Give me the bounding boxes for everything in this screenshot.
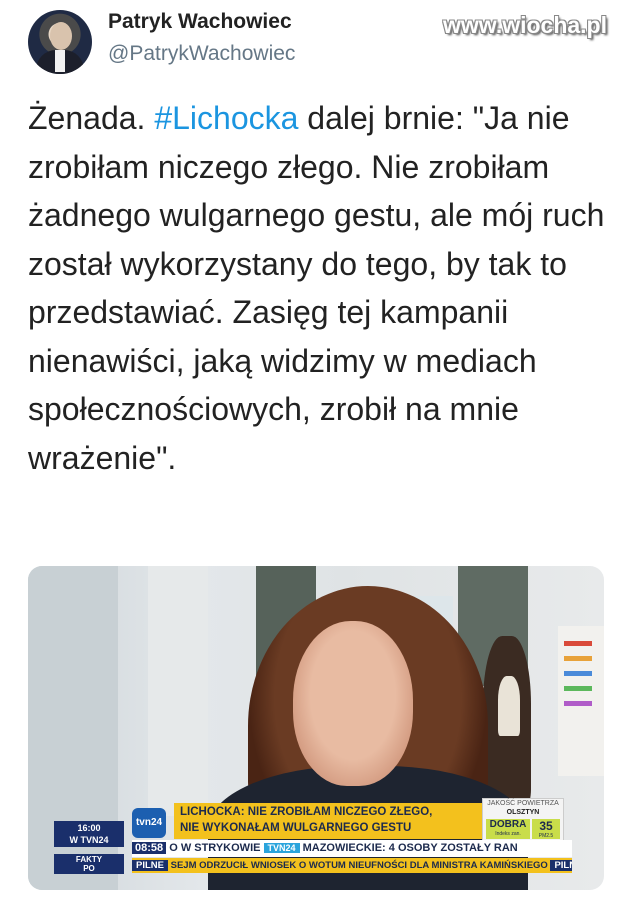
air-quality-grade: DOBRA Indeks zan. (486, 819, 530, 839)
fakty-line-2: PO (83, 864, 95, 873)
tweet-text-prefix: Żenada. (28, 100, 155, 136)
poster-stripe (564, 671, 592, 676)
avatar-face (50, 22, 72, 50)
air-quality-value: 35 PM2.5 (532, 819, 560, 839)
air-quality-title: JAKOŚĆ POWIETRZA (487, 800, 559, 807)
bg-person (498, 676, 520, 736)
ticker-text-a: O W STRYKOWIE (169, 842, 261, 854)
poster-stripe (564, 641, 592, 646)
banner-line-1: LICHOCKA: NIE ZROBIŁAM NICZEGO ZŁEGO, (180, 806, 433, 818)
poster-stripe (564, 686, 592, 691)
ticker-text-b: MAZOWIECKIE: 4 OSOBY ZOSTAŁY RAN (302, 842, 518, 854)
tv-clock-time: 16:00 (77, 823, 101, 833)
ticker-time: 08:58 (132, 842, 167, 854)
ticker-pilne-label: PILNE (132, 860, 168, 871)
author-name[interactable]: Patryk Wachowiec (108, 10, 292, 34)
ticker-pilne-text: SEJM ODRZUCIŁ WNIOSEK O WOTUM NIEUFNOŚCI… (170, 860, 548, 871)
air-quality-value-text: 35 (539, 819, 553, 833)
subject-face (293, 621, 413, 786)
air-quality-city: OLSZTYN (506, 809, 540, 816)
fakty-badge: FAKTY PO (54, 854, 124, 874)
site-watermark: www.wiocha.pl (443, 12, 607, 38)
author-avatar[interactable] (28, 10, 92, 74)
news-ticker-bottom: PILNE SEJM ODRZUCIŁ WNIOSEK O WOTUM NIEU… (132, 858, 572, 873)
bg-pillar (148, 566, 208, 816)
air-quality-grade-text: DOBRA (489, 819, 527, 830)
tweet-text-body: dalej brnie: "Ja nie zrobiłam niczego zł… (28, 100, 605, 476)
tvn24-logo: tvn24 (132, 808, 166, 838)
tweet-text: Żenada. #Lichocka dalej brnie: "Ja nie z… (28, 94, 613, 482)
tweet-header: Patryk Wachowiec @PatrykWachowiec www.wi… (0, 0, 631, 80)
tweet-media-image[interactable]: 16:00 W TVN24 tvn24 LICHOCKA: NIE ZROBIŁA… (28, 566, 604, 890)
tv-clock: 16:00 W TVN24 (54, 821, 124, 847)
air-quality-value-sub: PM2.5 (538, 833, 554, 839)
avatar-shirt (55, 50, 65, 72)
poster-stripe (564, 656, 592, 661)
air-quality-grade-sub: Indeks zan. (495, 831, 521, 837)
news-ticker-top: 08:58 O W STRYKOWIE TVN24 MAZOWIECKIE: 4… (132, 840, 572, 857)
tv-clock-channel: W TVN24 (69, 835, 109, 845)
poster-stripe (564, 701, 592, 706)
hashtag-link[interactable]: #Lichocka (154, 100, 298, 136)
ticker-pilne-label-end: PILNE (550, 860, 572, 871)
banner-line-2: NIE WYKONAŁAM WULGARNEGO GESTU (180, 822, 412, 834)
author-handle[interactable]: @PatrykWachowiec (108, 42, 295, 66)
fakty-line-1: FAKTY (75, 855, 103, 864)
air-quality-box: JAKOŚĆ POWIETRZA OLSZTYN DOBRA Indeks zan… (482, 798, 564, 844)
ticker-chip: TVN24 (263, 843, 300, 853)
news-banner: LICHOCKA: NIE ZROBIŁAM NICZEGO ZŁEGO, NI… (174, 803, 484, 839)
